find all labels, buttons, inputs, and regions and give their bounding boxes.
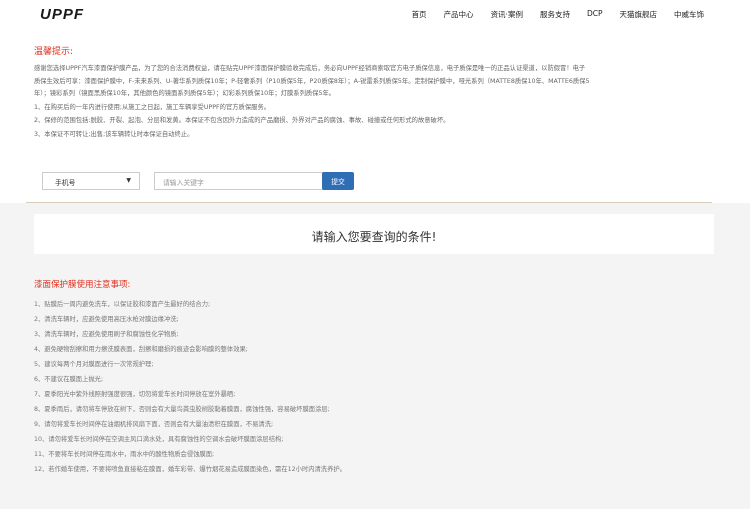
care-item: 5、建议每两个月对膜面进行一次常规护理; — [34, 361, 154, 368]
submit-button[interactable]: 提交 — [322, 172, 354, 190]
care-item: 8、夏季雨后，请勿将车停放在树下，否则会有大量鸟粪虫胶树胶黏着膜面，腐蚀性强，容… — [34, 406, 330, 413]
care-item: 11、不要将车长时间停在雨水中，雨水中的酸性物质会侵蚀膜面; — [34, 451, 215, 458]
query-result-box: 请输入您要查询的条件! — [34, 214, 714, 254]
nav-item-news-cases[interactable]: 资讯·案例 — [491, 9, 523, 20]
nav-item-service[interactable]: 服务支持 — [540, 9, 570, 20]
notice-rule: 1、在购买后的一年内进行使用;从施工之日起，施工车辆享受UPPF的官方质保服务。 — [34, 103, 271, 111]
chevron-down-icon: ▼ — [126, 177, 131, 184]
brand-logo[interactable]: UPPF — [40, 6, 84, 23]
notice-title: 温馨提示: — [34, 47, 74, 57]
care-item: 2、清洗车辆时，应避免使用高压水枪对膜边缘冲洗; — [34, 316, 179, 323]
nav-item-tmall-store[interactable]: 天猫旗舰店 — [620, 9, 658, 20]
nav-item-home[interactable]: 首页 — [412, 9, 427, 20]
keyword-input[interactable]: 请输入关键字 — [154, 172, 332, 190]
notice-paragraph-line: 质保生效后可享：漆面保护膜中，F-未来系列、U-著华系列质保10年；P-轻奢系列… — [34, 77, 590, 85]
care-item: 7、夏季阳光中紫外线照射强度很强，切勿将爱车长时间停放在室外暴晒; — [34, 391, 236, 398]
care-item: 1、贴膜后一周内避免洗车，以保证胶和漆面产生最好的结合力; — [34, 301, 211, 308]
nav-item-products[interactable]: 产品中心 — [444, 9, 474, 20]
top-nav: UPPF 首页 产品中心 资讯·案例 服务支持 DCP 天猫旗舰店 中威车饰 — [0, 0, 750, 30]
notice-rule: 3、本保证不可转让;出售;该车辆转让时本保证自动终止。 — [34, 130, 194, 138]
query-type-select[interactable]: 手机号 ▼ — [42, 172, 140, 190]
care-title: 漆面保护膜使用注意事项: — [34, 280, 131, 290]
care-item: 12、若作婚车使用，不要将喷鱼直接粘在膜面，婚车彩带、爆竹烟花易造成膜面染色，需… — [34, 466, 346, 473]
care-item: 3、清洗车辆时，应避免使用刷子和腐蚀性化学物质; — [34, 331, 179, 338]
main-menu: 首页 产品中心 资讯·案例 服务支持 DCP 天猫旗舰店 中威车饰 — [395, 9, 704, 20]
care-item: 10、请勿将爱车长时间停在空调主风口滴水处，具有腐蚀性的空调水会破坏膜面涂层结构… — [34, 436, 284, 443]
nav-item-zhongwei[interactable]: 中威车饰 — [674, 9, 704, 20]
notice-paragraph-line: 年）；镜彩系列（镜面黑质保10年，其他颜色的镜面系列质保5年）；幻彩系列质保10… — [34, 90, 336, 97]
notice-rule: 2、保修的范围包括:脱胶、开裂、起泡、分层和发黄。本保证不包含因外力造成的产品磨… — [34, 117, 450, 124]
query-type-value: 手机号 — [55, 179, 76, 187]
care-item: 9、请勿将爱车长时间停在油烟机排风扇下面，否则会有大量油渍积在膜面，不易清洗; — [34, 421, 274, 428]
result-message: 请输入您要查询的条件! — [311, 230, 437, 244]
warranty-notice: 温馨提示: 感谢您选择UPPF汽车漆面保护膜产品，为了您的合法消费权益，请在贴完… — [34, 44, 724, 141]
notice-paragraph-line: 感谢您选择UPPF汽车漆面保护膜产品，为了您的合法消费权益，请在贴完UPPF漆面… — [34, 65, 586, 72]
care-instructions: 漆面保护膜使用注意事项: 1、贴膜后一周内避免洗车，以保证胶和漆面产生最好的结合… — [34, 278, 724, 477]
nav-item-dcp[interactable]: DCP — [587, 9, 603, 20]
query-form: 手机号 ▼ 请输入关键字 提交 — [42, 172, 742, 190]
care-item: 4、避免硬物刮擦和用力擦洗膜表面，刮擦和磨损的痕迹会影响膜的整体效果; — [34, 346, 248, 353]
care-item: 6、不建议在膜面上抛光; — [34, 376, 104, 383]
